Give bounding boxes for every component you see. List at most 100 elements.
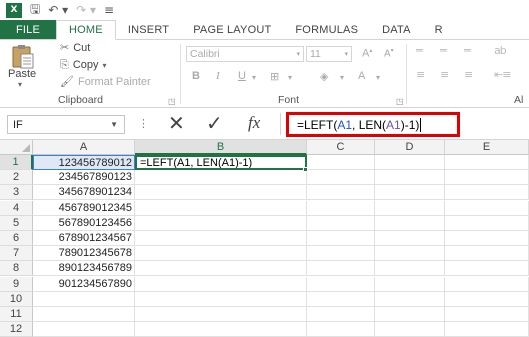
- row-header-8[interactable]: 8: [0, 261, 33, 277]
- column-header-b[interactable]: B: [135, 140, 307, 155]
- row-header-10[interactable]: 10: [0, 291, 33, 307]
- cell-b8[interactable]: [135, 261, 307, 277]
- cell-a2[interactable]: 234567890123: [33, 170, 135, 186]
- clipboard-launcher-icon[interactable]: ◳: [168, 97, 176, 106]
- cell-d11[interactable]: [375, 307, 445, 322]
- tab-page-layout[interactable]: PAGE LAYOUT: [181, 20, 283, 39]
- font-launcher-icon[interactable]: ◳: [396, 97, 404, 106]
- paste-button[interactable]: Paste: [8, 68, 36, 80]
- cell-e12[interactable]: [445, 322, 529, 337]
- select-all-button[interactable]: [0, 140, 33, 155]
- cell-e5[interactable]: [445, 215, 529, 231]
- customize-icon[interactable]: ≡: [104, 3, 114, 17]
- row-header-7[interactable]: 7: [0, 246, 33, 262]
- chevron-down-icon[interactable]: ▼: [110, 120, 118, 129]
- cell-c11[interactable]: [307, 307, 375, 322]
- enter-button[interactable]: ✓: [206, 111, 223, 136]
- row-header-2[interactable]: 2: [0, 170, 33, 186]
- orientation-icon[interactable]: ab: [494, 44, 507, 57]
- borders-dropdown-icon[interactable]: ▾: [288, 73, 292, 82]
- row-header-3[interactable]: 3: [0, 185, 33, 201]
- cell-b9[interactable]: [135, 276, 307, 292]
- cell-a10[interactable]: [33, 291, 135, 307]
- column-header-c[interactable]: C: [307, 140, 375, 155]
- cell-d3[interactable]: [375, 185, 445, 201]
- cell-c5[interactable]: [307, 215, 375, 231]
- cell-c9[interactable]: [307, 276, 375, 292]
- row-header-6[interactable]: 6: [0, 231, 33, 246]
- cell-b11[interactable]: [135, 307, 307, 322]
- row-header-9[interactable]: 9: [0, 276, 33, 292]
- cell-b4[interactable]: [135, 200, 307, 216]
- font-color-button[interactable]: A: [358, 70, 365, 82]
- cell-d12[interactable]: [375, 322, 445, 337]
- cell-a4[interactable]: 456789012345: [33, 200, 135, 216]
- cell-e2[interactable]: [445, 170, 529, 186]
- cell-d8[interactable]: [375, 261, 445, 277]
- align-center-icon[interactable]: ≡: [440, 68, 449, 81]
- format-painter-button[interactable]: 🖌 Format Painter: [60, 75, 151, 88]
- bold-button[interactable]: B: [192, 70, 200, 82]
- cell-c10[interactable]: [307, 291, 375, 307]
- underline-dropdown-icon[interactable]: ▾: [252, 73, 256, 82]
- cell-a9[interactable]: 901234567890: [33, 276, 135, 292]
- cell-e3[interactable]: [445, 185, 529, 201]
- shrink-font-button[interactable]: A▾: [384, 47, 394, 59]
- cell-c12[interactable]: [307, 322, 375, 337]
- cell-e7[interactable]: [445, 246, 529, 262]
- drag-handle-icon[interactable]: ⋮: [138, 117, 149, 130]
- cell-e8[interactable]: [445, 261, 529, 277]
- tab-home[interactable]: HOME: [56, 20, 116, 40]
- italic-button[interactable]: I: [216, 70, 220, 82]
- paste-dropdown-icon[interactable]: ▾: [18, 80, 22, 89]
- cell-a7[interactable]: 789012345678: [33, 246, 135, 262]
- grow-font-button[interactable]: A▴: [362, 47, 372, 60]
- cell-c7[interactable]: [307, 246, 375, 262]
- cell-b3[interactable]: [135, 185, 307, 201]
- cell-b12[interactable]: [135, 322, 307, 337]
- tab-review[interactable]: R: [423, 20, 455, 39]
- cell-b7[interactable]: [135, 246, 307, 262]
- fill-handle[interactable]: [303, 167, 308, 173]
- borders-icon[interactable]: ⊞: [270, 70, 279, 83]
- align-middle-icon[interactable]: ═: [440, 44, 447, 57]
- cell-d1[interactable]: [375, 155, 445, 170]
- cell-a12[interactable]: [33, 322, 135, 337]
- row-header-4[interactable]: 4: [0, 200, 33, 216]
- cell-d7[interactable]: [375, 246, 445, 262]
- cell-c4[interactable]: [307, 200, 375, 216]
- cell-e6[interactable]: [445, 231, 529, 246]
- cell-e9[interactable]: [445, 276, 529, 292]
- fill-color-dropdown-icon[interactable]: ▾: [340, 73, 344, 82]
- cell-b6[interactable]: [135, 231, 307, 246]
- tab-formulas[interactable]: FORMULAS: [283, 20, 370, 39]
- cell-d2[interactable]: [375, 170, 445, 186]
- cell-b1[interactable]: =LEFT(A1, LEN(A1)-1): [135, 155, 307, 170]
- row-header-12[interactable]: 12: [0, 322, 33, 337]
- align-top-icon[interactable]: ═: [416, 44, 423, 57]
- cell-a11[interactable]: [33, 307, 135, 322]
- cell-b10[interactable]: [135, 291, 307, 307]
- align-right-icon[interactable]: ≡: [464, 68, 473, 81]
- font-color-dropdown-icon[interactable]: ▾: [376, 73, 380, 82]
- cell-a8[interactable]: 890123456789: [33, 261, 135, 277]
- column-header-e[interactable]: E: [445, 140, 529, 155]
- cell-d10[interactable]: [375, 291, 445, 307]
- tab-file[interactable]: FILE: [0, 20, 57, 39]
- cell-a3[interactable]: 345678901234: [33, 185, 135, 201]
- cell-b2[interactable]: [135, 170, 307, 186]
- cell-a5[interactable]: 567890123456: [33, 215, 135, 231]
- column-header-a[interactable]: A: [33, 140, 135, 155]
- cell-e4[interactable]: [445, 200, 529, 216]
- insert-function-button[interactable]: fx: [248, 113, 260, 133]
- cell-d9[interactable]: [375, 276, 445, 292]
- cell-c3[interactable]: [307, 185, 375, 201]
- cell-c2[interactable]: [307, 170, 375, 186]
- row-header-11[interactable]: 11: [0, 307, 33, 322]
- cell-d6[interactable]: [375, 231, 445, 246]
- font-name-select[interactable]: Calibri ▾: [186, 46, 304, 62]
- copy-button[interactable]: ⎘ Copy ▾: [60, 58, 107, 72]
- cell-c6[interactable]: [307, 231, 375, 246]
- cell-e1[interactable]: [445, 155, 529, 170]
- decrease-indent-icon[interactable]: ⇤≡: [494, 68, 511, 81]
